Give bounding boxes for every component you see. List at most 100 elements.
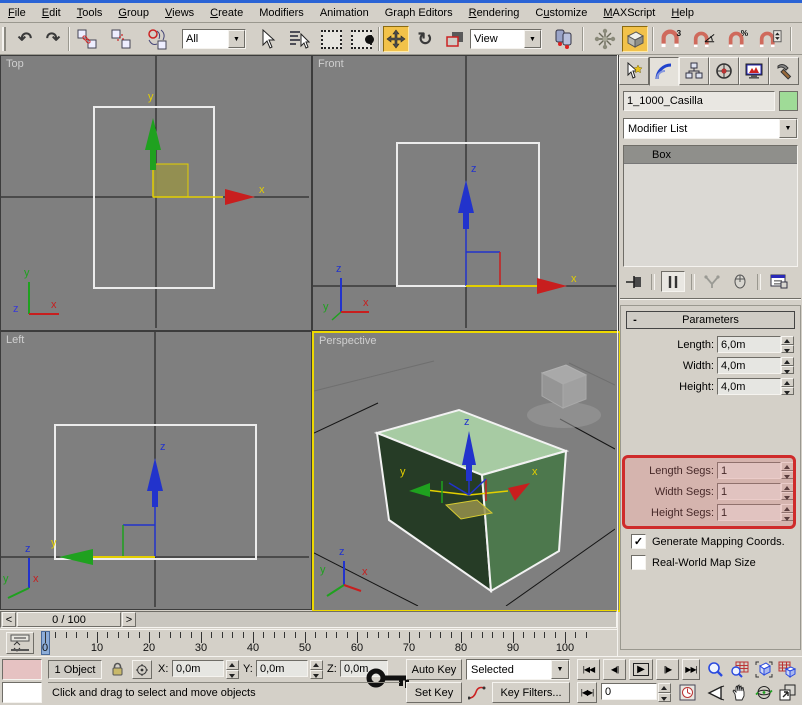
object-color-swatch[interactable]	[779, 91, 798, 111]
menu-file[interactable]: File	[0, 5, 34, 21]
arc-rotate-button[interactable]	[752, 682, 775, 703]
play-button[interactable]: ▶	[629, 659, 653, 680]
menu-rendering[interactable]: Rendering	[461, 5, 528, 21]
viewport-front-canvas[interactable]: z x z y x	[313, 56, 616, 328]
zoom-extents-all-button[interactable]	[776, 659, 799, 680]
previous-frame-button[interactable]: ◀||	[603, 659, 626, 680]
viewport-left[interactable]: Left z y z y x	[0, 331, 312, 610]
time-configuration-button[interactable]	[676, 682, 698, 703]
pan-button[interactable]	[728, 682, 751, 703]
unlink-selection-button[interactable]	[108, 26, 134, 52]
height-field[interactable]: 4,0m	[717, 378, 781, 395]
maxscript-listener-macro-line[interactable]	[2, 659, 42, 680]
tab-display[interactable]	[739, 57, 769, 85]
chevron-down-icon[interactable]: ▼	[524, 30, 541, 48]
snaps-toggle-button[interactable]: 3	[658, 26, 684, 52]
zoom-all-button[interactable]	[728, 659, 751, 680]
tab-motion[interactable]	[709, 57, 739, 85]
select-by-name-button[interactable]	[286, 26, 312, 52]
viewport-perspective[interactable]: Perspective z y x z y x	[312, 331, 621, 612]
percent-snap-toggle[interactable]: %	[725, 26, 751, 52]
height-spinner[interactable]	[781, 378, 794, 395]
stack-item-box[interactable]: Box	[624, 146, 797, 164]
absolute-offset-toggle[interactable]	[132, 660, 152, 679]
rectangular-selection-region-button[interactable]	[318, 26, 344, 52]
menu-create[interactable]: Create	[202, 5, 251, 21]
reference-coordinate-dropdown[interactable]: View ▼	[470, 29, 542, 49]
menu-animation[interactable]: Animation	[312, 5, 377, 21]
redo-button[interactable]: ↷	[40, 26, 66, 52]
key-mode-toggle[interactable]: |◀▶|	[577, 682, 597, 703]
box-right-face[interactable]	[480, 449, 568, 593]
real-world-map-size-row[interactable]: Real-World Map Size	[631, 555, 756, 570]
width-spinner[interactable]	[781, 357, 794, 374]
viewport-perspective-canvas[interactable]: z y x z y x	[314, 333, 615, 606]
set-key-button[interactable]: Set Key	[406, 682, 462, 703]
real-world-map-size-checkbox[interactable]	[631, 555, 646, 570]
chevron-down-icon[interactable]: ▼	[228, 30, 245, 48]
menu-tools[interactable]: Tools	[69, 5, 111, 21]
tab-create[interactable]	[619, 57, 649, 85]
length-spinner[interactable]	[781, 336, 794, 353]
menu-edit[interactable]: Edit	[34, 5, 69, 21]
keyboard-shortcut-override-toggle[interactable]	[622, 26, 648, 52]
viewport-top-canvas[interactable]: y x y z x	[1, 56, 309, 328]
configure-modifier-sets-button[interactable]	[767, 272, 791, 291]
object-name-field[interactable]: 1_1000_Casilla	[623, 91, 775, 111]
angle-snap-toggle[interactable]	[691, 26, 717, 52]
chevron-down-icon[interactable]: ▼	[551, 660, 569, 679]
select-and-move-button[interactable]	[383, 26, 409, 52]
menu-modifiers[interactable]: Modifiers	[251, 5, 312, 21]
height-segs-spinner[interactable]	[781, 504, 794, 521]
frame-spinner[interactable]	[658, 683, 671, 702]
width-segs-field[interactable]: 1	[717, 483, 781, 500]
parameters-rollout-header[interactable]: - Parameters	[626, 311, 795, 329]
remove-modifier-button[interactable]	[729, 272, 751, 291]
viewport-front[interactable]: Front z x z y x	[312, 55, 619, 331]
maximize-viewport-toggle[interactable]	[776, 682, 799, 703]
generate-mapping-coords-checkbox[interactable]: ✓	[631, 534, 646, 549]
select-and-rotate-button[interactable]: ↻	[412, 26, 438, 52]
pin-stack-button[interactable]	[623, 272, 645, 291]
bind-to-space-warp-button[interactable]	[144, 26, 170, 52]
make-unique-button[interactable]	[701, 272, 723, 291]
zoom-extents-button[interactable]	[752, 659, 775, 680]
width-segs-spinner[interactable]	[781, 483, 794, 500]
spinner-snap-toggle[interactable]	[757, 26, 783, 52]
field-of-view-button[interactable]	[704, 682, 727, 703]
length-segs-spinner[interactable]	[781, 462, 794, 479]
menu-group[interactable]: Group	[110, 5, 157, 21]
window-crossing-toggle[interactable]	[348, 26, 374, 52]
current-frame-field[interactable]: 0	[601, 683, 657, 700]
select-and-link-button[interactable]	[74, 26, 100, 52]
select-and-manipulate-button[interactable]	[592, 26, 618, 52]
go-to-start-button[interactable]: |◀◀	[577, 659, 600, 680]
select-object-button[interactable]	[254, 26, 280, 52]
maxscript-listener-script-line[interactable]	[2, 682, 42, 703]
zoom-button[interactable]	[704, 659, 727, 680]
tab-utilities[interactable]	[769, 57, 799, 85]
next-frame-button[interactable]: ||▶	[656, 659, 679, 680]
menu-customize[interactable]: Customize	[527, 5, 595, 21]
key-selection-dropdown[interactable]: Selected ▼	[466, 659, 570, 680]
show-end-result-button[interactable]	[661, 271, 685, 292]
menu-graph-editors[interactable]: Graph Editors	[377, 5, 461, 21]
tab-hierarchy[interactable]	[679, 57, 709, 85]
menu-views[interactable]: Views	[157, 5, 202, 21]
length-segs-field[interactable]: 1	[717, 462, 781, 479]
modifier-stack[interactable]: Box	[623, 145, 798, 267]
default-tangent-button[interactable]	[466, 682, 488, 703]
chevron-down-icon[interactable]: ▼	[779, 119, 797, 138]
time-slider-handle[interactable]: 0 / 100	[17, 612, 121, 627]
auto-key-button[interactable]: Auto Key	[406, 659, 462, 680]
trackbar-ruler[interactable]: 0 10 20 30 40 50 60 70 80 90 100	[0, 631, 617, 656]
viewport-left-canvas[interactable]: z y z y x	[1, 332, 309, 607]
rollout-collapse-icon[interactable]: -	[627, 314, 643, 326]
go-to-end-button[interactable]: ▶▶|	[682, 659, 700, 680]
track-bar[interactable]: 0 10 20 30 40 50 60 70 80 90 100	[0, 629, 617, 656]
width-field[interactable]: 4,0m	[717, 357, 781, 374]
generate-mapping-coords-row[interactable]: ✓ Generate Mapping Coords.	[631, 534, 785, 549]
y-coordinate-spinner[interactable]	[310, 660, 323, 679]
x-coordinate-spinner[interactable]	[226, 660, 239, 679]
key-filters-button[interactable]: Key Filters...	[492, 682, 570, 703]
